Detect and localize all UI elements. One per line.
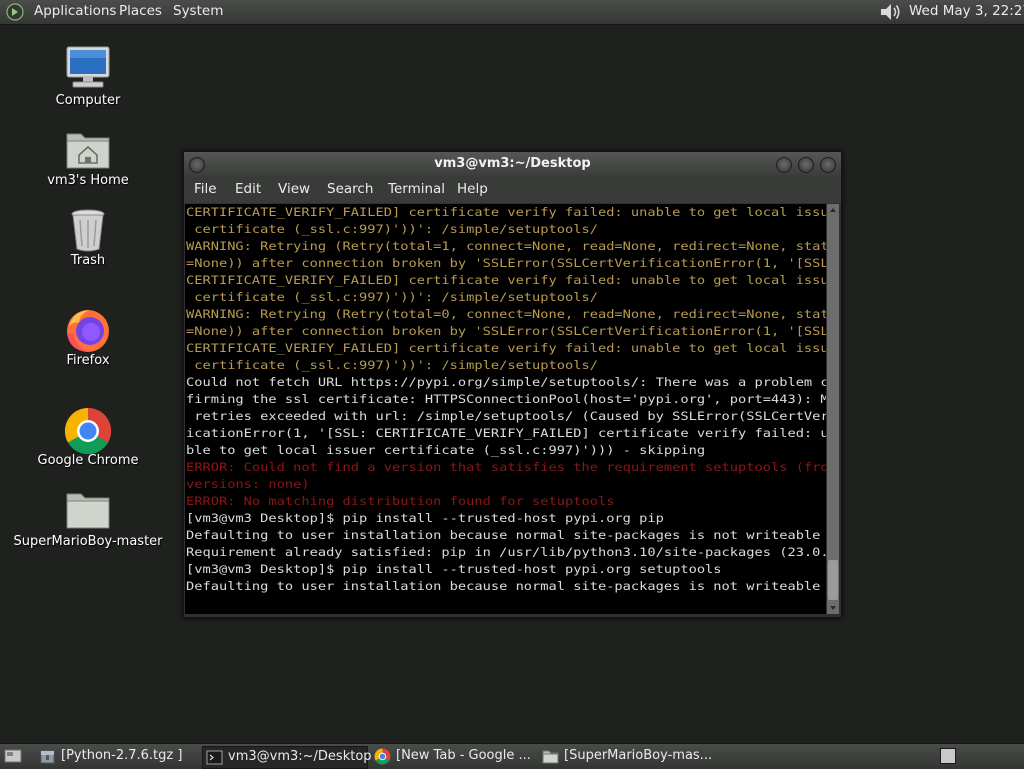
workspace-switcher[interactable]	[940, 748, 956, 764]
desktop-icon-label: SuperMarioBoy-master	[13, 534, 163, 549]
system-menu[interactable]: System	[173, 3, 223, 19]
menu-edit[interactable]: Edit	[235, 181, 261, 197]
taskbar-item-label: [New Tab - Google ...	[396, 748, 531, 763]
desktop-icon-label: Computer	[55, 93, 121, 108]
taskbar-item-label: [SuperMarioBoy-mas...	[564, 748, 713, 763]
terminal-line: Requirement already satisfied: pip in /u…	[186, 545, 826, 559]
terminal-line: retries exceeded with url: /simple/setup…	[186, 409, 826, 423]
desktop-icon-label: vm3's Home	[47, 173, 129, 188]
terminal-line: certificate (_ssl.c:997)'))': /simple/se…	[186, 222, 598, 236]
window-title: vm3@vm3:~/Desktop	[434, 156, 591, 171]
chrome-icon	[374, 748, 391, 765]
taskbar-item-terminal[interactable]: vm3@vm3:~/Desktop	[202, 746, 372, 769]
terminal-line: Defaulting to user installation because …	[186, 579, 821, 593]
terminal-output[interactable]: CERTIFICATE_VERIFY_FAILED] certificate v…	[185, 204, 826, 614]
terminal-line: =None)) after connection broken by 'SSLE…	[186, 324, 826, 338]
folder-icon	[542, 750, 559, 764]
menu-view[interactable]: View	[278, 181, 310, 197]
gnome-foot-icon[interactable]	[6, 3, 24, 21]
terminal-line: versions: none)	[186, 477, 310, 491]
terminal-line: Could not fetch URL https://pypi.org/sim…	[186, 375, 826, 389]
home-folder-icon	[66, 133, 110, 169]
desktop-icon-label: Google Chrome	[37, 453, 139, 468]
terminal-line: Defaulting to user installation because …	[186, 528, 821, 542]
terminal-line: WARNING: Retrying (Retry(total=0, connec…	[186, 307, 826, 321]
taskbar-item-chrome[interactable]: [New Tab - Google ...	[371, 746, 531, 767]
menu-terminal[interactable]: Terminal	[388, 181, 445, 197]
menu-help[interactable]: Help	[457, 181, 488, 197]
volume-icon[interactable]	[878, 2, 902, 22]
applications-menu[interactable]: Applications	[34, 3, 116, 19]
terminal-line: firming the ssl certificate: HTTPSConnec…	[186, 392, 826, 406]
terminal-line: ble to get local issuer certificate (_ss…	[186, 443, 706, 457]
taskbar-item-label: vm3@vm3:~/Desktop	[228, 749, 372, 764]
show-desktop-icon[interactable]	[4, 748, 22, 764]
taskbar-item-supermarioboy[interactable]: [SuperMarioBoy-mas...	[539, 746, 713, 767]
terminal-line: [vm3@vm3 Desktop]$ pip install --trusted…	[186, 511, 664, 525]
terminal-line: =None)) after connection broken by 'SSLE…	[186, 256, 826, 270]
window-titlebar[interactable]: vm3@vm3:~/Desktop	[184, 152, 841, 176]
terminal-line: certificate (_ssl.c:997)'))': /simple/se…	[186, 290, 598, 304]
terminal-line: CERTIFICATE_VERIFY_FAILED] certificate v…	[186, 205, 826, 219]
desktop-icon-label: Firefox	[66, 353, 110, 368]
minimize-button[interactable]	[776, 157, 792, 173]
scroll-up-arrow-icon[interactable]	[827, 204, 839, 216]
firefox-icon	[67, 310, 109, 352]
clock[interactable]: Wed May 3, 22:27	[909, 3, 1024, 19]
menu-search[interactable]: Search	[327, 181, 373, 197]
terminal-line: ERROR: Could not find a version that sat…	[186, 460, 826, 474]
terminal-icon	[206, 750, 223, 765]
maximize-button[interactable]	[798, 157, 814, 173]
scroll-down-arrow-icon[interactable]	[827, 602, 839, 614]
places-menu[interactable]: Places	[119, 3, 162, 19]
terminal-line: certificate (_ssl.c:997)'))': /simple/se…	[186, 358, 598, 372]
terminal-scrollbar[interactable]	[827, 204, 839, 614]
terminal-line: [vm3@vm3 Desktop]$ pip install --trusted…	[186, 562, 722, 576]
terminal-window[interactable]: vm3@vm3:~/Desktop File Edit View Search …	[183, 151, 842, 618]
scrollbar-thumb[interactable]	[828, 560, 838, 600]
terminal-menubar: File Edit View Search Terminal Help	[184, 176, 841, 203]
terminal-line: CERTIFICATE_VERIFY_FAILED] certificate v…	[186, 273, 826, 287]
chrome-icon	[64, 407, 112, 455]
archive-icon	[40, 750, 55, 764]
computer-icon	[66, 46, 110, 88]
terminal-line: CERTIFICATE_VERIFY_FAILED] certificate v…	[186, 341, 826, 355]
top-panel: Applications Places System Wed May 3, 22…	[0, 0, 1024, 25]
terminal-line: ERROR: No matching distribution found fo…	[186, 494, 615, 508]
terminal-line: WARNING: Retrying (Retry(total=1, connec…	[186, 239, 826, 253]
bottom-taskbar: [Python-2.7.6.tgz ] vm3@vm3:~/Desktop [N…	[0, 743, 1024, 769]
trash-icon	[71, 209, 105, 252]
desktop-icon-label: Trash	[70, 253, 106, 268]
menu-file[interactable]: File	[194, 181, 217, 197]
taskbar-item-python-archive[interactable]: [Python-2.7.6.tgz ]	[36, 746, 196, 767]
taskbar-item-label: [Python-2.7.6.tgz ]	[61, 748, 183, 763]
folder-icon	[66, 493, 110, 529]
close-button[interactable]	[820, 157, 836, 173]
terminal-line: icationError(1, '[SSL: CERTIFICATE_VERIF…	[186, 426, 826, 440]
